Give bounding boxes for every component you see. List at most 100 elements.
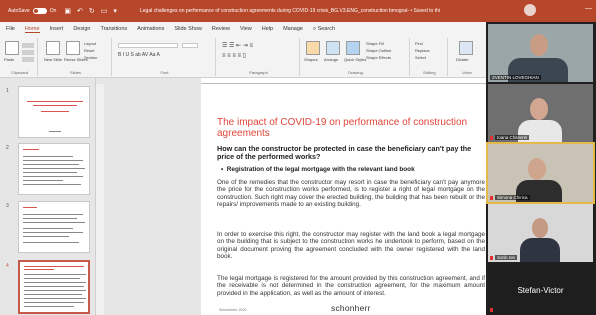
participant-name: ZVENTIN LOVEGHIAN (490, 75, 541, 80)
participant-tile[interactable]: Ioana Chitesrel (488, 84, 593, 142)
autosave-toggle-group[interactable]: AutoSave On (8, 8, 56, 14)
participant-tile[interactable]: Sorin Ion (488, 204, 593, 262)
layout-button[interactable]: Layout (84, 41, 96, 46)
muted-mic-icon (490, 136, 493, 140)
voice-group: Dictate Voice (450, 38, 484, 76)
tab-design[interactable]: Design (73, 26, 90, 32)
autosave-toggle[interactable] (32, 8, 47, 14)
muted-mic-icon (490, 308, 493, 312)
section-button[interactable]: Section (84, 55, 97, 60)
undo-icon[interactable]: ↶ (77, 7, 83, 15)
slides-group-label: Slides (70, 70, 81, 75)
thumbnail-number: 4 (6, 263, 9, 269)
clipboard-group: Paste Clipboard (2, 38, 38, 76)
tab-manage[interactable]: Manage (283, 26, 303, 32)
font-group: B I U S ab AV Aa A Font (114, 38, 216, 76)
slide-subtitle[interactable]: How can the constructor be protected in … (217, 144, 482, 161)
present-icon[interactable]: ▭ (101, 7, 108, 15)
participant-face (530, 34, 548, 56)
new-slide-label: New Slide (44, 57, 63, 62)
slide-thumbnail-selected[interactable] (18, 260, 90, 314)
cut-button[interactable] (22, 43, 34, 48)
slide-thumbnails-pane[interactable]: 1 2 3 4 (0, 78, 96, 315)
shape-outline-button[interactable]: Shape Outline (366, 48, 391, 53)
participant-name: Simona Chirica (495, 195, 530, 200)
paragraph-group-label: Paragraph (249, 70, 268, 75)
drawing-group: Shapes Arrange Quick Styles Shape Fill S… (302, 38, 410, 76)
tab-animations[interactable]: Animations (137, 26, 164, 32)
user-avatar[interactable] (524, 4, 536, 16)
participant-tile-active-speaker[interactable]: Simona Chirica (486, 142, 595, 204)
tab-transitions[interactable]: Transitions (100, 26, 127, 32)
quick-styles-label: Quick Styles (344, 57, 367, 62)
tab-view[interactable]: View (240, 26, 252, 32)
participant-tile[interactable]: Stefan-Victor (488, 264, 593, 314)
shapes-button[interactable] (306, 41, 320, 55)
reset-button[interactable]: Reset (84, 48, 94, 53)
window-controls: — (585, 5, 592, 12)
font-format-buttons[interactable]: B I U S ab AV Aa A (118, 52, 160, 58)
thumbnail-number: 3 (6, 203, 9, 209)
shapes-label: Shapes (304, 57, 318, 62)
font-family-select[interactable] (118, 43, 178, 48)
participant-name: Ioana Chitesrel (495, 135, 530, 140)
dictate-button[interactable] (459, 41, 473, 55)
slide-canvas[interactable]: The impact of COVID-19 on performance of… (201, 84, 486, 315)
font-size-select[interactable] (182, 43, 198, 48)
slide-footer: Schoenherr 2020 (219, 308, 247, 312)
customize-icon[interactable]: ▾ (113, 7, 117, 15)
new-slide-button[interactable] (46, 41, 60, 55)
participant-body (520, 238, 560, 262)
editing-group-label: Editing (423, 70, 436, 75)
minimize-icon[interactable]: — (585, 5, 592, 12)
slide-thumbnail[interactable] (18, 201, 90, 253)
select-button[interactable]: Select (415, 55, 426, 60)
participant-name: Sorin Ion (495, 255, 518, 260)
tab-file[interactable]: File (6, 26, 15, 32)
list-buttons[interactable]: ☰ ☰ ⇤ ⇥ ≡ (222, 42, 253, 49)
brand-logo: schonherr (331, 303, 371, 313)
copy-button[interactable] (22, 50, 34, 55)
slide-paragraph-3[interactable]: The legal mortgage is registered for the… (217, 275, 485, 297)
save-icon[interactable]: ▣ (64, 7, 71, 15)
search-label: Search (317, 25, 336, 32)
tab-slide-show[interactable]: Slide Show (174, 26, 202, 32)
drawing-group-label: Drawing (348, 70, 363, 75)
reuse-slides-button[interactable] (66, 41, 80, 55)
tab-home[interactable]: Home (24, 26, 40, 33)
align-buttons[interactable]: ≡ ≡ ≡ ≡ ▯ (222, 52, 246, 59)
slide-paragraph-2[interactable]: In order to exercise this right, the con… (217, 231, 485, 260)
slide-title[interactable]: The impact of COVID-19 on performance of… (217, 117, 482, 139)
font-group-label: Font (160, 70, 169, 75)
participant-face (532, 218, 548, 238)
slides-group: New Slide Reuse Slides Layout Reset Sect… (40, 38, 112, 76)
quick-styles-button[interactable] (346, 41, 360, 55)
dictate-label: Dictate (456, 57, 469, 62)
tab-review[interactable]: Review (212, 26, 230, 32)
account-area[interactable] (524, 4, 536, 16)
slide-bullet-text: Registration of the legal mortgage with … (226, 166, 415, 173)
tab-insert[interactable]: Insert (50, 26, 64, 32)
find-button[interactable]: Find (415, 41, 423, 46)
replace-button[interactable]: Replace (415, 48, 430, 53)
format-painter-button[interactable] (22, 57, 34, 62)
tab-help[interactable]: Help (262, 26, 273, 32)
redo-icon[interactable]: ↻ (89, 7, 95, 15)
participant-tile[interactable]: ZVENTIN LOVEGHIAN (488, 24, 593, 82)
muted-mic-icon (490, 256, 493, 260)
slide-thumbnail[interactable] (18, 86, 90, 138)
slide-paragraph-1[interactable]: One of the remedies that the constructor… (217, 179, 485, 208)
paste-button[interactable] (5, 41, 19, 55)
slide-bullet[interactable]: • Registration of the legal mortgage wit… (221, 166, 481, 173)
paragraph-group: ☰ ☰ ⇤ ⇥ ≡ ≡ ≡ ≡ ≡ ▯ Paragraph (218, 38, 300, 76)
arrange-button[interactable] (326, 41, 340, 55)
editing-group: Find Replace Select Editing (412, 38, 448, 76)
clipboard-group-label: Clipboard (10, 70, 29, 75)
shape-effects-button[interactable]: Shape Effects (366, 55, 391, 60)
autosave-label: AutoSave (8, 8, 30, 14)
shape-fill-button[interactable]: Shape Fill (366, 41, 384, 46)
slide-thumbnail[interactable] (18, 143, 90, 195)
quick-access-toolbar: ▣ ↶ ↻ ▭ ▾ (64, 7, 117, 15)
search-box[interactable]: ⌕ Search (313, 26, 335, 33)
participant-face (528, 158, 546, 180)
